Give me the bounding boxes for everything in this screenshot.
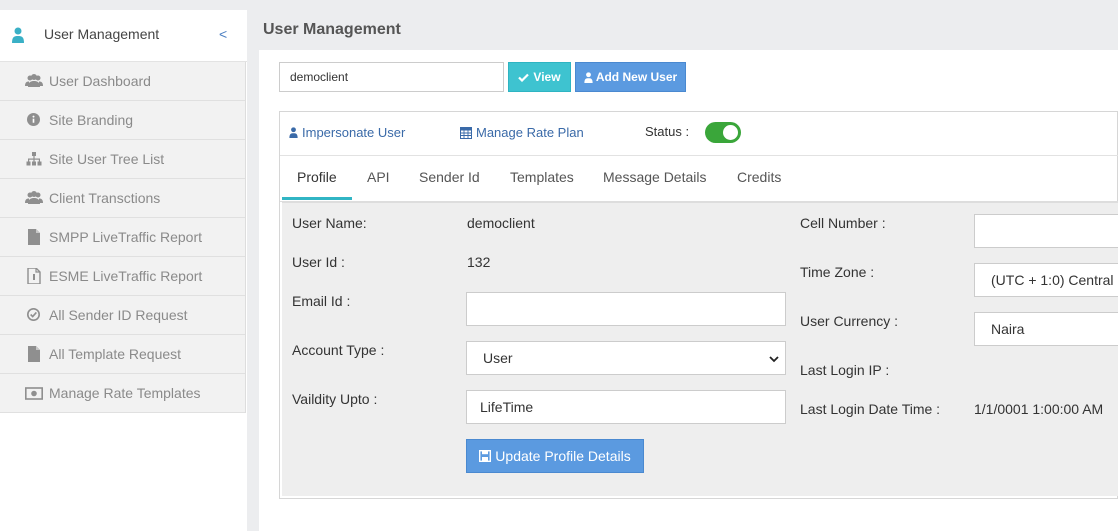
user-icon — [12, 27, 24, 43]
update-profile-button[interactable]: Update Profile Details — [466, 439, 644, 473]
manage-rate-plan-label: Manage Rate Plan — [476, 125, 584, 140]
users-icon — [25, 191, 43, 204]
sidebar-item-label: ESME LiveTraffic Report — [49, 268, 203, 284]
impersonate-user-label: Impersonate User — [302, 125, 406, 140]
add-new-user-label: Add New User — [595, 70, 678, 84]
status-toggle[interactable] — [705, 122, 741, 143]
file-icon — [28, 229, 40, 245]
tab-credits[interactable]: Credits — [737, 169, 781, 185]
userid-value: 132 — [467, 254, 491, 270]
sidebar-item-client-transactions[interactable]: Client Transctions — [0, 179, 245, 218]
sidebar-item-site-user-tree-list[interactable]: Site User Tree List — [0, 140, 245, 179]
sidebar-item-label: Manage Rate Templates — [49, 385, 201, 401]
tab-sender-id[interactable]: Sender Id — [419, 169, 480, 185]
sidebar-item-all-template-request[interactable]: All Template Request — [0, 335, 245, 374]
active-tab-indicator — [282, 197, 352, 200]
email-label: Email Id : — [292, 293, 351, 309]
info-icon — [27, 113, 40, 126]
file-icon — [28, 346, 40, 362]
username-label: User Name: — [292, 215, 367, 231]
currency-select[interactable]: Naira — [974, 312, 1118, 346]
user-icon — [584, 71, 593, 83]
username-value: democlient — [467, 215, 535, 231]
view-button[interactable]: View — [508, 62, 571, 92]
cell-number-label: Cell Number : — [800, 215, 886, 231]
last-login-time-value: 1/1/0001 1:00:00 AM — [974, 401, 1104, 417]
sidebar-header[interactable]: User Management < — [0, 10, 247, 62]
add-new-user-button[interactable]: Add New User — [575, 62, 686, 92]
sidebar-item-label: SMPP LiveTraffic Report — [49, 229, 203, 245]
email-field[interactable] — [466, 292, 786, 326]
sidebar-item-label: Site User Tree List — [49, 151, 165, 167]
sidebar-item-label: User Dashboard — [49, 73, 151, 89]
manage-rate-plan-link[interactable]: Manage Rate Plan — [460, 125, 584, 140]
file-icon — [27, 268, 41, 284]
sidebar-item-smpp-livetraffic-report[interactable]: SMPP LiveTraffic Report — [0, 218, 245, 257]
user-detail-box: Impersonate User Manage Rate Plan Status… — [279, 111, 1118, 499]
chevron-down-icon — [769, 356, 779, 363]
validity-field[interactable]: LifeTime — [466, 390, 786, 424]
view-button-label: View — [533, 70, 561, 84]
impersonate-user-link[interactable]: Impersonate User — [289, 125, 405, 140]
update-profile-label: Update Profile Details — [495, 448, 631, 464]
cell-number-field[interactable] — [974, 214, 1118, 248]
money-icon — [25, 387, 43, 400]
sidebar-item-label: Client Transctions — [49, 190, 161, 206]
tab-api[interactable]: API — [367, 169, 390, 185]
tab-message-details[interactable]: Message Details — [603, 169, 707, 185]
last-login-ip-label: Last Login IP : — [800, 362, 890, 378]
account-type-value: User — [483, 350, 513, 366]
page-title: User Management — [263, 21, 401, 38]
save-icon — [479, 450, 492, 462]
sitemap-icon — [26, 152, 42, 166]
status-label: Status : — [645, 124, 690, 139]
calculator-icon — [460, 126, 472, 139]
toggle-knob — [723, 125, 738, 140]
validity-label: Vaildity Upto : — [292, 391, 378, 407]
tab-templates[interactable]: Templates — [510, 169, 574, 185]
account-type-label: Account Type : — [292, 342, 385, 358]
tab-bar: Profile API Sender Id Templates Message … — [280, 157, 1118, 202]
sidebar-header-label: User Management — [44, 26, 160, 42]
client-search-input[interactable] — [279, 62, 504, 92]
chevron-left-icon[interactable]: < — [219, 26, 227, 42]
tab-profile[interactable]: Profile — [297, 169, 337, 185]
users-icon — [25, 74, 43, 87]
sidebar-item-label: All Sender ID Request — [49, 307, 188, 323]
sidebar-menu: User Dashboard Site Branding Site User T… — [0, 62, 246, 413]
user-icon — [289, 127, 298, 138]
timezone-label: Time Zone : — [800, 264, 875, 280]
check-icon — [518, 73, 530, 82]
profile-form: User Name: democlient User Id : 132 Emai… — [282, 202, 1118, 496]
sidebar-item-manage-rate-templates[interactable]: Manage Rate Templates — [0, 374, 245, 413]
sidebar-item-label: Site Branding — [49, 112, 134, 128]
account-type-select[interactable]: User — [466, 341, 786, 375]
currency-label: User Currency : — [800, 313, 899, 329]
sidebar-item-site-branding[interactable]: Site Branding — [0, 101, 245, 140]
userid-label: User Id : — [292, 254, 345, 270]
sidebar-item-all-sender-id-request[interactable]: All Sender ID Request — [0, 296, 245, 335]
check-circle-icon — [27, 308, 40, 321]
timezone-select[interactable]: (UTC + 1:0) Central — [974, 263, 1118, 297]
sidebar-item-label: All Template Request — [49, 346, 182, 362]
last-login-time-label: Last Login Date Time : — [800, 401, 941, 417]
sidebar: User Management < User Dashboard Site Br… — [0, 10, 247, 531]
sidebar-item-user-dashboard[interactable]: User Dashboard — [0, 62, 245, 101]
sidebar-item-esme-livetraffic-report[interactable]: ESME LiveTraffic Report — [0, 257, 245, 296]
action-bar: Impersonate User Manage Rate Plan Status… — [280, 112, 1118, 156]
